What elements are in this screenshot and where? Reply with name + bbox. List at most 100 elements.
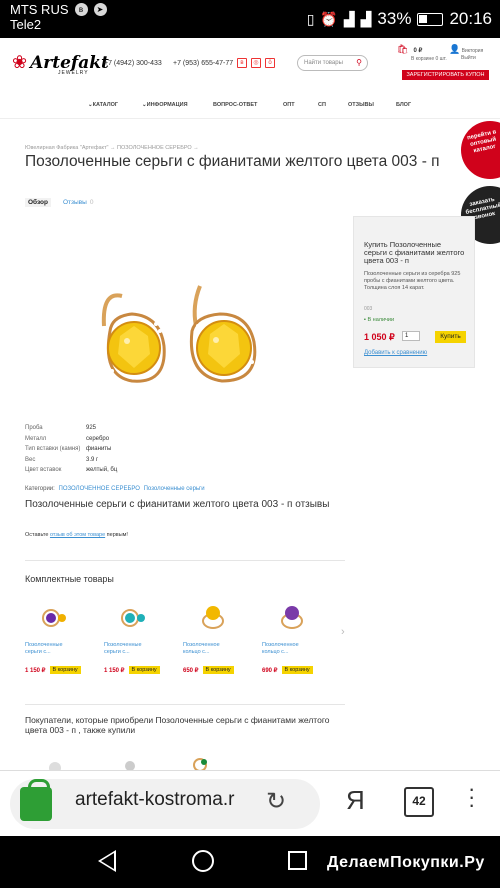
- battery-percent: 33%: [377, 9, 412, 28]
- product-name[interactable]: Позолоченные серьги с...: [25, 642, 75, 656]
- spec-row: Тип вставки (камня) фианиты: [25, 446, 112, 452]
- buy-button[interactable]: Купить: [435, 331, 466, 343]
- product-name[interactable]: Позолоченные серьги с...: [104, 642, 154, 656]
- phone-2[interactable]: +7 (953) 655-47-77: [173, 60, 233, 67]
- odnoklassniki-icon[interactable]: ö: [265, 58, 275, 68]
- nav-blog[interactable]: БЛОГ: [396, 102, 411, 108]
- menu-icon[interactable]: · · ·: [468, 778, 475, 816]
- url-text[interactable]: artefakt-kostroma.r: [75, 789, 260, 811]
- price: 1 050 ₽: [364, 332, 395, 342]
- nav-catalog[interactable]: ⌄ КАТАЛОГ: [88, 102, 118, 108]
- carrier-info: MTS RUS в ➤ Tele2: [10, 2, 107, 32]
- category-link-earrings[interactable]: Позолоченные серьги: [144, 486, 205, 492]
- signal-2-icon: ▟: [360, 10, 372, 27]
- product-thumb[interactable]: [193, 596, 233, 636]
- telegram-notification-icon: ➤: [93, 3, 107, 16]
- divider: [25, 704, 345, 705]
- product-card[interactable]: Позолоченное кольцо с... 690 ₽ В корзину: [262, 596, 330, 674]
- spec-row: Вес 3.9 г: [25, 456, 99, 463]
- nav-reviews[interactable]: ОТЗЫВЫ: [348, 102, 374, 108]
- cart[interactable]: 🛍 0 ₽ В корзине 0 шт.: [397, 44, 447, 62]
- carrier-1: MTS RUS: [10, 2, 69, 17]
- buy-box: Купить Позолоченные серьги с фианитами ж…: [353, 216, 475, 368]
- overview-tab[interactable]: Обзор: [25, 198, 51, 207]
- user-name: Виктория: [461, 48, 484, 54]
- vk-icon[interactable]: в: [237, 58, 247, 68]
- user-icon: 👤: [449, 44, 461, 54]
- reviews-heading: Позолоченные серьги с фианитами желтого …: [25, 499, 330, 510]
- categories: Категории: ПОЗОЛОЧЕННОЕ СЕРЕБРО Позолоче…: [25, 486, 205, 492]
- wholesale-catalog-badge[interactable]: перейти в оптовый каталог: [455, 115, 500, 185]
- product-thumb[interactable]: [114, 596, 154, 636]
- user-menu[interactable]: 👤 Виктория Выйти: [449, 44, 483, 61]
- add-to-cart-button[interactable]: В корзину: [202, 666, 234, 674]
- search-icon[interactable]: ⚲: [356, 56, 362, 70]
- register-coupon-button[interactable]: ЗАРЕГИСТРИРОВАТЬ КУПОН: [402, 70, 489, 80]
- back-icon[interactable]: [98, 850, 116, 872]
- home-icon[interactable]: [192, 850, 214, 872]
- complete-products-title: Комплектные товары: [25, 574, 114, 584]
- search-input[interactable]: Найти товары ⚲: [297, 55, 368, 71]
- signal-icon: ▟: [343, 10, 355, 27]
- article-number: 003: [364, 306, 373, 312]
- breadcrumb: Ювелирная Фабрика "Артефакт" → ПОЗОЛОЧЕН…: [25, 145, 199, 151]
- leave-review-link[interactable]: отзыв об этом товаре: [50, 532, 105, 538]
- lock-icon[interactable]: [20, 779, 52, 821]
- buy-box-description: Позолоченные серьги из серебра 925 пробы…: [364, 271, 461, 291]
- nav-info[interactable]: ⌄ ИНФОРМАЦИЯ: [142, 102, 188, 108]
- stock-status: ▪ В наличии: [364, 317, 395, 323]
- battery-icon: [417, 12, 444, 26]
- add-to-cart-button[interactable]: В корзину: [281, 666, 313, 674]
- earring-left: [101, 293, 166, 383]
- earring-right: [189, 285, 257, 383]
- logo-subtext: JEWELRY: [58, 70, 89, 76]
- quantity-input[interactable]: 1: [402, 331, 420, 341]
- nav-faq[interactable]: ВОПРОС-ОТВЕТ: [213, 102, 257, 108]
- reviews-count: 0: [89, 199, 94, 206]
- phone-1[interactable]: +7 (4942) 300-433: [104, 60, 162, 67]
- nav-wholesale[interactable]: ОПТ: [283, 102, 295, 108]
- nav-sp[interactable]: СП: [318, 102, 326, 108]
- social-links: в ◎ ö: [237, 58, 275, 68]
- product-thumb[interactable]: [35, 596, 75, 636]
- product-thumb[interactable]: [272, 596, 312, 636]
- breadcrumb-category[interactable]: ПОЗОЛОЧЕННОЕ СЕРЕБРО: [117, 145, 192, 151]
- divider: [0, 118, 500, 119]
- reviews-tab[interactable]: Отзывы 0: [63, 199, 93, 206]
- product-name[interactable]: Позолоченное кольцо с...: [183, 642, 233, 656]
- also-bought-thumbs[interactable]: [40, 750, 220, 770]
- reload-icon[interactable]: ↻: [266, 787, 286, 816]
- breadcrumb-home[interactable]: Ювелирная Фабрика "Артефакт": [25, 145, 108, 151]
- specs-table: Проба 925 Металл серебро Тип вставки (камн…: [25, 423, 117, 476]
- product-price: 1 150 ₽: [104, 667, 125, 674]
- vk-notification-icon: в: [74, 3, 88, 16]
- product-price: 690 ₽: [262, 667, 278, 674]
- tabs-button[interactable]: 42: [404, 787, 434, 817]
- page-title: Позолоченные серьги с фианитами желтого …: [25, 153, 440, 170]
- product-card[interactable]: Позолоченное кольцо с... 650 ₽ В корзину: [183, 596, 251, 674]
- add-to-cart-button[interactable]: В корзину: [49, 666, 81, 674]
- spec-row: Проба 925: [25, 425, 97, 431]
- logout-link[interactable]: Выйти: [461, 55, 483, 61]
- yandex-button[interactable]: Я: [346, 785, 365, 816]
- carrier-2: Tele2: [10, 17, 42, 32]
- search-placeholder: Найти товары: [304, 60, 343, 66]
- status-bar: MTS RUS в ➤ Tele2 ▯ ⏰ ▟ ▟ 33% 20:16: [0, 0, 500, 38]
- browser-toolbar: artefakt-kostroma.r ↻ Я 42 · · ·: [0, 770, 500, 836]
- product-name[interactable]: Позолоченное кольцо с...: [262, 642, 312, 656]
- spec-row: Металл серебро: [25, 435, 110, 442]
- add-to-cart-button[interactable]: В корзину: [128, 666, 160, 674]
- compare-link[interactable]: Добавить к сравнению: [364, 350, 427, 356]
- site-logo[interactable]: ❀ Artefakt JEWELRY: [12, 52, 109, 76]
- web-page: ❀ Artefakt JEWELRY +7 (4942) 300-433 +7 …: [0, 38, 500, 770]
- category-link-silver[interactable]: ПОЗОЛОЧЕННОЕ СЕРЕБРО: [59, 486, 140, 492]
- spec-row: Цвет вставок желтый, бц: [25, 467, 118, 473]
- product-card[interactable]: Позолоченные серьги с... 1 150 ₽ В корзин…: [25, 596, 93, 674]
- clock: 20:16: [449, 9, 492, 28]
- cart-icon: 🛍: [397, 44, 409, 54]
- carousel-next-icon[interactable]: ›: [341, 626, 345, 638]
- recent-apps-icon[interactable]: [288, 851, 307, 870]
- instagram-icon[interactable]: ◎: [251, 58, 261, 68]
- watermark: ДелаемПокупки.Ру: [327, 854, 485, 871]
- product-card[interactable]: Позолоченные серьги с... 1 150 ₽ В корзин…: [104, 596, 172, 674]
